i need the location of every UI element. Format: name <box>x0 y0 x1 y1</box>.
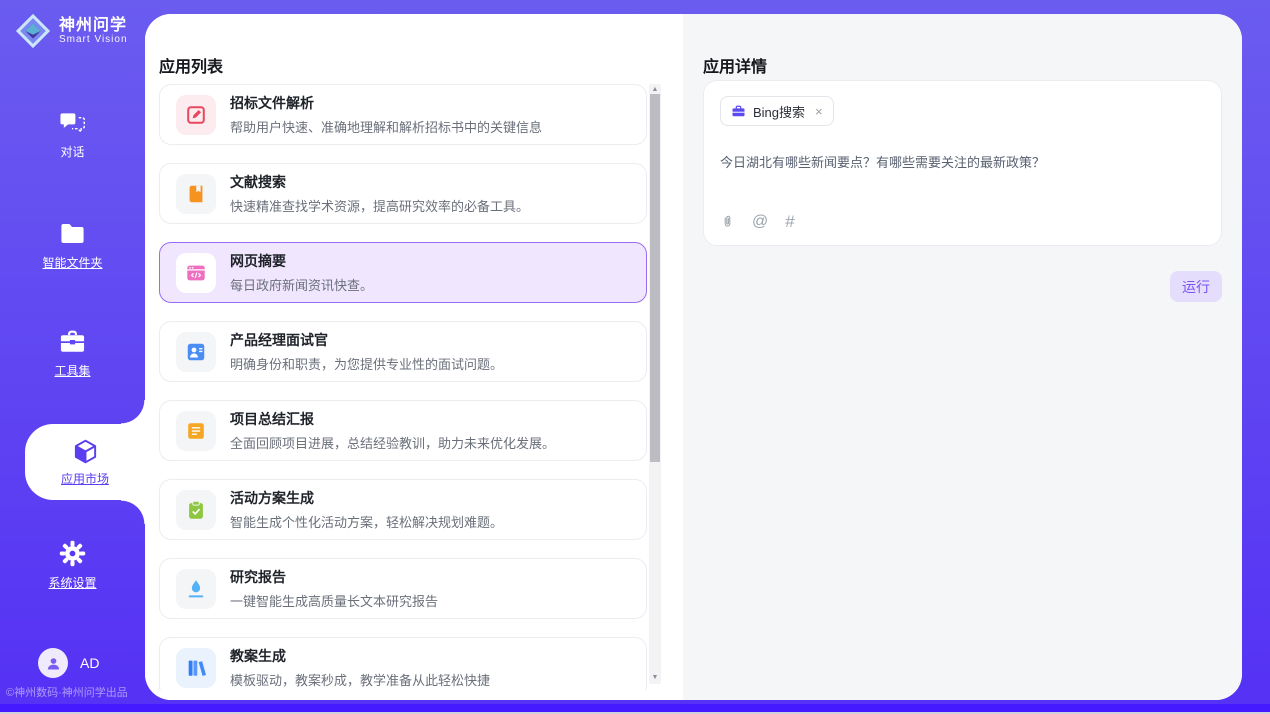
app-item-name: 研究报告 <box>230 567 438 587</box>
main-content: 应用列表 招标文件解析 帮助用户快速、准确地理解和解析招标书中的关键信息 文献搜… <box>145 14 1242 700</box>
sidebar-item-app-market[interactable]: 应用市场 <box>25 424 145 500</box>
clipboard-check-icon <box>176 490 216 530</box>
app-list-item-6[interactable]: 活动方案生成 智能生成个性化活动方案，轻松解决规划难题。 <box>159 479 647 540</box>
app-logo: 神州问学 Smart Vision <box>14 12 128 50</box>
app-list-item-4[interactable]: 产品经理面试官 明确身份和职责，为您提供专业性的面试问题。 <box>159 321 647 382</box>
copyright-text: ©神州数码·神州问学出品 <box>6 684 145 700</box>
books-icon <box>176 648 216 688</box>
run-button[interactable]: 运行 <box>1170 271 1222 302</box>
app-item-description: 每日政府新闻资讯快查。 <box>230 275 373 294</box>
scrollbar-thumb[interactable] <box>650 94 660 462</box>
sidebar-item-label: 对话 <box>60 143 84 160</box>
app-detail-title: 应用详情 <box>703 53 767 77</box>
sidebar-item-label: 系统设置 <box>48 574 96 591</box>
app-item-description: 智能生成个性化活动方案，轻松解决规划难题。 <box>230 512 503 531</box>
app-item-description: 模板驱动，教案秒成，教学准备从此轻松快捷 <box>230 670 490 689</box>
app-item-description: 全面回顾项目进展，总结经验教训，助力未来优化发展。 <box>230 433 555 452</box>
app-item-name: 文献搜索 <box>230 172 529 192</box>
app-detail-panel: 应用详情 Bing搜索 × 今日湖北有哪些新闻要点？有哪些需要关注的最新政策？ … <box>683 14 1242 700</box>
query-input[interactable]: 今日湖北有哪些新闻要点？有哪些需要关注的最新政策？ <box>720 152 1045 171</box>
sidebar-item-label: 工具集 <box>54 362 90 379</box>
toolbox-icon <box>59 328 86 355</box>
close-icon[interactable]: × <box>815 104 823 119</box>
attachment-toolbar <box>720 213 795 230</box>
memo-icon <box>176 411 216 451</box>
app-item-description: 一键智能生成高质量长文本研究报告 <box>230 591 438 610</box>
sidebar-item-label: 应用市场 <box>61 470 109 487</box>
app-list-title: 应用列表 <box>159 53 223 77</box>
user-avatar-icon <box>38 648 68 678</box>
sidebar-item-system-settings[interactable]: 系统设置 <box>0 540 145 591</box>
app-list-item-5[interactable]: 项目总结汇报 全面回顾项目进展，总结经验教训，助力未来优化发展。 <box>159 400 647 461</box>
topic-icon[interactable] <box>785 213 794 230</box>
pen-ink-icon <box>176 569 216 609</box>
tab-notch-bottom <box>121 500 145 524</box>
app-item-description: 明确身份和职责，为您提供专业性的面试问题。 <box>230 354 503 373</box>
sidebar-item-toolset[interactable]: 工具集 <box>0 328 145 379</box>
paperclip-icon[interactable] <box>720 213 735 230</box>
user-account[interactable]: AD <box>38 648 99 678</box>
app-list-item-2[interactable]: 文献搜索 快速精准查找学术资源，提高研究效率的必备工具。 <box>159 163 647 224</box>
app-list: 招标文件解析 帮助用户快速、准确地理解和解析招标书中的关键信息 文献搜索 快速精… <box>159 84 647 690</box>
app-item-name: 网页摘要 <box>230 251 373 271</box>
app-item-name: 项目总结汇报 <box>230 409 555 429</box>
logo-gem-icon <box>14 12 52 50</box>
cube-icon <box>72 438 99 465</box>
sidebar-item-label: 智能文件夹 <box>42 254 102 271</box>
sidebar-item-smart-folder[interactable]: 智能文件夹 <box>0 220 145 271</box>
prompt-card: Bing搜索 × 今日湖北有哪些新闻要点？有哪些需要关注的最新政策？ <box>703 80 1222 246</box>
chat-icon <box>59 109 86 136</box>
user-label: AD <box>80 655 99 671</box>
scroll-down-icon[interactable] <box>649 673 661 683</box>
mention-icon[interactable] <box>752 214 768 230</box>
logo-title: 神州问学 <box>59 17 128 35</box>
bottom-strip <box>0 704 1270 712</box>
app-list-item-1[interactable]: 招标文件解析 帮助用户快速、准确地理解和解析招标书中的关键信息 <box>159 84 647 145</box>
tab-notch-top <box>121 400 145 424</box>
folder-icon <box>59 220 86 247</box>
app-item-description: 帮助用户快速、准确地理解和解析招标书中的关键信息 <box>230 117 542 136</box>
app-item-description: 快速精准查找学术资源，提高研究效率的必备工具。 <box>230 196 529 215</box>
tool-tag-label: Bing搜索 <box>753 102 805 121</box>
sidebar-item-chat[interactable]: 对话 <box>0 109 145 160</box>
app-list-item-7[interactable]: 研究报告 一键智能生成高质量长文本研究报告 <box>159 558 647 619</box>
tool-tag-bing-search[interactable]: Bing搜索 × <box>720 96 834 126</box>
app-item-name: 活动方案生成 <box>230 488 503 508</box>
app-list-item-3[interactable]: 网页摘要 每日政府新闻资讯快查。 <box>159 242 647 303</box>
logo-subtitle: Smart Vision <box>59 34 128 45</box>
app-item-name: 教案生成 <box>230 646 490 666</box>
app-item-name: 招标文件解析 <box>230 93 542 113</box>
gear-icon <box>59 540 86 567</box>
app-list-panel: 应用列表 招标文件解析 帮助用户快速、准确地理解和解析招标书中的关键信息 文献搜… <box>145 14 683 700</box>
document-edit-icon <box>176 95 216 135</box>
sidebar: 神州问学 Smart Vision 对话 智能文件夹 工具集 应用市场 系统设置 <box>0 0 145 704</box>
app-item-name: 产品经理面试官 <box>230 330 503 350</box>
app-list-item-8[interactable]: 教案生成 模板驱动，教案秒成，教学准备从此轻松快捷 <box>159 637 647 690</box>
book-icon <box>176 174 216 214</box>
interviewer-icon <box>176 332 216 372</box>
app-list-scrollbar[interactable] <box>649 84 661 684</box>
browser-code-icon <box>176 253 216 293</box>
briefcase-icon <box>731 104 746 119</box>
